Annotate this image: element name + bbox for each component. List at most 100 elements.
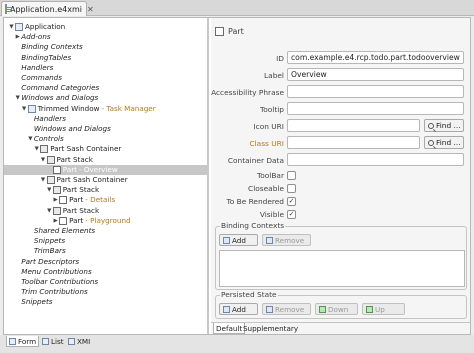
arrow-down-icon — [319, 305, 326, 313]
arrow-up-icon — [366, 305, 373, 313]
icon-uri-find-button[interactable]: Find ... — [424, 119, 464, 132]
tree-node[interactable]: Handlers — [4, 114, 207, 124]
up-button-label: Up — [375, 304, 385, 314]
tree-node-label: Snippets — [21, 297, 53, 307]
icon-uri-field[interactable] — [287, 119, 420, 132]
collapsed-twisty-icon[interactable]: ▶ — [52, 216, 59, 226]
label-field[interactable]: Overview — [287, 68, 464, 81]
tree-node[interactable]: Binding Contexts — [4, 42, 207, 52]
tree-node-label: Handlers — [21, 62, 54, 72]
tree-node-label: Command Categories — [21, 83, 100, 93]
binding-contexts-group: Binding Contexts Add Remove — [215, 221, 467, 290]
part-form: Part ID com.example.e4.rcp.todo.part.tod… — [211, 18, 470, 334]
tree-node[interactable]: ▼ Windows and Dialogs — [4, 93, 207, 103]
tree-node[interactable]: ▼ Part Stack — [4, 185, 207, 195]
tab-list-label: List — [51, 337, 64, 346]
tree-node[interactable]: Toolbar Contributions — [4, 277, 207, 287]
expanded-twisty-icon[interactable]: ▼ — [21, 104, 28, 114]
form-title: Part — [228, 26, 244, 36]
tab-list[interactable]: List — [40, 336, 66, 347]
stack-icon — [46, 176, 55, 185]
persisted-state-add-button[interactable]: Add — [219, 303, 258, 315]
find-button-label: Find ... — [436, 138, 461, 147]
tree-node[interactable]: Part Descriptors — [4, 256, 207, 267]
persisted-state-up-button[interactable]: Up — [362, 303, 405, 315]
tree-node[interactable]: Windows and Dialogs — [4, 124, 207, 134]
tree-node[interactable]: ▶ Add-ons — [4, 32, 207, 42]
id-field[interactable]: com.example.e4.rcp.todo.part.todoovervie… — [287, 51, 464, 64]
to-be-rendered-label: To Be Rendered — [226, 197, 284, 206]
expanded-twisty-icon[interactable]: ▼ — [27, 134, 34, 144]
tree-node[interactable]: ▼ Part Sash Container — [4, 144, 207, 154]
tree-divider — [208, 18, 209, 334]
visible-checkbox[interactable]: ✓ — [287, 210, 296, 219]
tree-node[interactable]: ▼ Trimmed Window - Task Manager — [4, 104, 207, 114]
binding-contexts-list[interactable] — [219, 250, 465, 287]
tree-node-label: TrimBars — [33, 246, 66, 256]
expanded-twisty-icon[interactable]: ▼ — [40, 175, 47, 185]
close-icon[interactable]: ✕ — [87, 5, 94, 14]
tree-node[interactable]: ▼ Part Sash Container — [4, 175, 207, 185]
tree-node-label: Windows and Dialogs — [33, 124, 111, 134]
tree-node[interactable]: ▼ Application — [4, 22, 207, 32]
tree-node-label: Snippets — [33, 236, 66, 246]
tree-node[interactable]: ▼ Controls — [4, 134, 207, 144]
expanded-twisty-icon[interactable]: ▼ — [40, 155, 47, 165]
tree-node-label: Toolbar Contributions — [21, 277, 99, 287]
tab-supplementary[interactable]: Supplementary — [241, 323, 300, 334]
tree-node[interactable]: Menu Contributions — [4, 267, 207, 277]
tree-node[interactable]: ▶ Part - Details — [4, 195, 207, 205]
expanded-twisty-icon[interactable]: ▼ — [46, 206, 53, 216]
model-tree[interactable]: ▼ Application ▶ Add-ons Binding Contexts Bind… — [4, 18, 208, 334]
binding-contexts-add-button[interactable]: Add — [219, 234, 258, 246]
list-icon — [42, 338, 49, 345]
tree-node-label: Part — [69, 195, 84, 205]
toolbar-checkbox[interactable] — [287, 171, 296, 180]
tree-node[interactable]: TrimBars — [4, 246, 207, 256]
binding-contexts-title: Binding Contexts — [220, 221, 286, 230]
binding-contexts-remove-button[interactable]: Remove — [262, 234, 311, 246]
tree-node-label: Windows and Dialogs — [21, 93, 99, 103]
tree-node[interactable]: ▶ Part - Playground — [4, 216, 207, 226]
tab-form[interactable]: Form — [6, 336, 40, 347]
tree-node[interactable]: Snippets — [4, 236, 207, 246]
tree-node[interactable]: Shared Elements — [4, 226, 207, 236]
expanded-twisty-icon[interactable]: ▼ — [8, 22, 15, 32]
down-button-label: Down — [328, 304, 349, 314]
add-icon — [223, 305, 230, 313]
expanded-twisty-icon[interactable]: ▼ — [33, 144, 40, 154]
tree-node-label: Part Stack — [62, 185, 100, 195]
persisted-state-down-button[interactable]: Down — [315, 303, 358, 315]
expanded-twisty-icon[interactable]: ▼ — [46, 185, 53, 195]
tree-node[interactable]: Handlers — [4, 62, 207, 73]
tree-node[interactable]: ▼ Part Stack — [4, 206, 207, 216]
tree-node-label: BindingTables — [21, 52, 72, 62]
app-icon — [15, 23, 23, 32]
tree-node[interactable]: Command Categories — [4, 83, 207, 93]
tab-xmi[interactable]: XMI — [66, 336, 92, 347]
tree-node-label: Part Descriptors — [21, 256, 80, 266]
class-uri-field[interactable] — [287, 136, 420, 149]
tree-node[interactable]: Part - Overview — [4, 164, 207, 175]
tree-node[interactable]: Snippets — [4, 297, 207, 307]
tree-node[interactable]: Commands — [4, 73, 207, 83]
tab-form-label: Form — [18, 336, 37, 346]
class-uri-link[interactable]: Class URI — [249, 139, 284, 148]
expanded-twisty-icon[interactable]: ▼ — [14, 93, 21, 103]
persisted-state-title: Persisted State — [220, 290, 278, 299]
container-data-field[interactable] — [287, 153, 464, 166]
closeable-checkbox[interactable] — [287, 184, 296, 193]
file-icon — [5, 4, 12, 14]
accessibility-phrase-field[interactable] — [287, 85, 464, 98]
collapsed-twisty-icon[interactable]: ▶ — [52, 195, 59, 205]
editor-tab-application-e4xmi[interactable]: Application.e4xmi ✕ — [1, 1, 94, 16]
tree-node[interactable]: ▼ Part Stack — [4, 155, 207, 165]
id-label: ID — [276, 54, 284, 63]
persisted-state-remove-button[interactable]: Remove — [262, 303, 311, 315]
tooltip-field[interactable] — [287, 102, 464, 115]
tree-node[interactable]: BindingTables — [4, 52, 207, 63]
tree-node[interactable]: Trim Contributions — [4, 287, 207, 297]
accessibility-phrase-label: Accessibility Phrase — [211, 88, 284, 97]
class-uri-find-button[interactable]: Find ... — [424, 136, 464, 149]
to-be-rendered-checkbox[interactable]: ✓ — [287, 197, 296, 206]
